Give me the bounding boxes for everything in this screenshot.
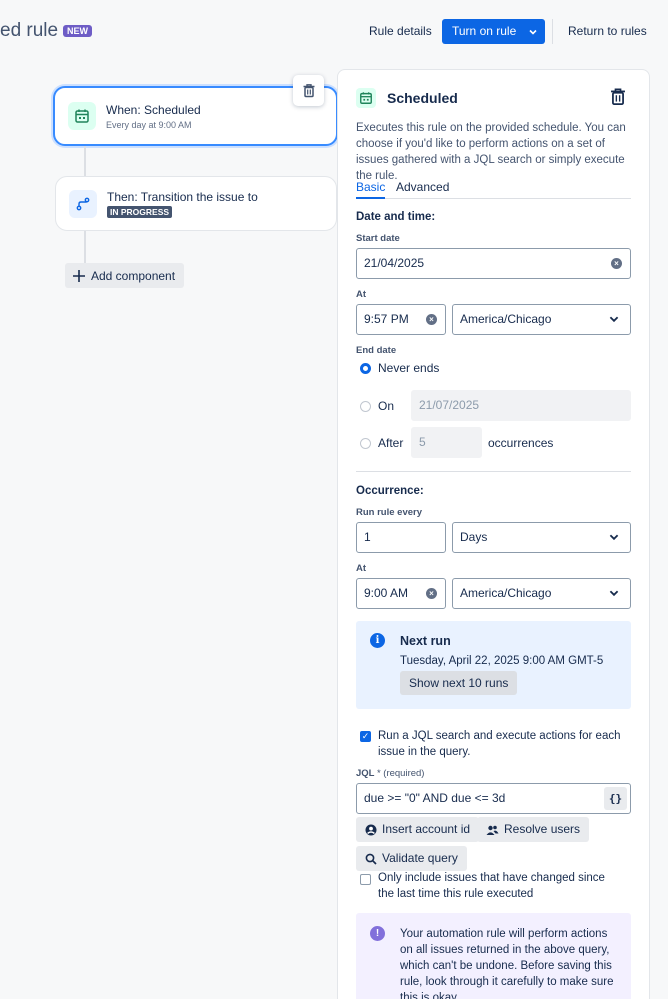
only-changed-label: Only include issues that have changed si… — [378, 872, 605, 900]
header-divider — [552, 19, 553, 44]
after-radio[interactable] — [360, 438, 371, 449]
show-next-runs-label: Show next 10 runs — [409, 675, 509, 690]
jql-label-text: JQL — [356, 768, 375, 779]
people-icon — [486, 825, 499, 835]
add-component-label: Add component — [91, 268, 176, 283]
on-radio[interactable] — [360, 401, 371, 412]
jql-input[interactable]: due >= "0" AND due <= 3d {} — [356, 783, 631, 814]
new-badge: NEW — [63, 25, 92, 37]
page-title: ed rule — [0, 20, 59, 41]
warning-box: ! Your automation rule will perform acti… — [356, 913, 631, 999]
timezone-select[interactable]: America/Chicago — [452, 304, 631, 335]
section-divider — [356, 471, 631, 472]
user-circle-icon — [365, 824, 377, 835]
warning-text: Your automation rule will perform action… — [400, 928, 614, 999]
insert-account-id-label: Insert account id — [382, 822, 471, 836]
show-next-runs-button[interactable]: Show next 10 runs — [400, 671, 518, 695]
calendar-icon — [68, 102, 96, 130]
validate-query-button[interactable]: Validate query — [356, 846, 467, 871]
jql-value: due >= "0" AND due <= 3d — [364, 791, 506, 805]
occurrence-heading: Occurrence: — [356, 485, 424, 497]
status-lozenge: IN PROGRESS — [107, 206, 173, 218]
chevron-down-icon — [609, 590, 619, 597]
timezone-value: America/Chicago — [460, 312, 552, 326]
action-title: Then: Transition the issue to — [107, 190, 258, 204]
add-component-button[interactable]: Add component — [65, 263, 185, 288]
only-changed-checkbox[interactable] — [360, 874, 371, 885]
tab-active-indicator — [356, 197, 385, 199]
run-every-value: 1 — [364, 530, 371, 544]
run-every-label: Run rule every — [356, 507, 422, 518]
occurrences-input[interactable]: 5 — [411, 427, 482, 458]
run-time-input[interactable]: 9:00 AM × — [356, 578, 446, 609]
start-time-value: 9:57 PM — [364, 312, 409, 326]
jql-required-text: * (required) — [376, 768, 425, 779]
insert-account-id-button[interactable]: Insert account id — [356, 817, 480, 842]
run-every-input[interactable]: 1 — [356, 522, 446, 553]
after-label: After — [378, 436, 404, 450]
end-date-label: End date — [356, 345, 397, 356]
start-date-input[interactable]: 21/04/2025 × — [356, 248, 631, 279]
run-time-value: 9:00 AM — [364, 586, 409, 600]
delete-component-button[interactable] — [609, 87, 627, 109]
chevron-down-icon — [609, 316, 619, 323]
trash-icon — [611, 88, 625, 105]
never-ends-radio[interactable] — [360, 363, 371, 374]
rule-details-button[interactable]: Rule details — [369, 19, 432, 44]
trigger-title: When: Scheduled — [106, 103, 201, 117]
tabs-divider — [356, 198, 631, 199]
transition-icon — [69, 190, 97, 218]
interval-unit-select[interactable]: Days — [452, 522, 631, 553]
next-run-box: i Next run Tuesday, April 22, 2025 9:00 … — [356, 621, 631, 709]
return-to-rules-button[interactable]: Return to rules — [568, 19, 647, 44]
interval-unit-value: Days — [460, 530, 488, 544]
jql-checkbox[interactable]: ✓ — [360, 731, 371, 742]
exclamation-icon: ! — [370, 926, 385, 941]
occurrences-label: occurrences — [488, 436, 554, 450]
panel-title: Scheduled — [387, 90, 458, 106]
turn-on-rule-button[interactable]: Turn on rule — [442, 19, 527, 44]
end-date-value: 21/07/2025 — [419, 398, 480, 412]
turn-on-options-button[interactable] — [520, 19, 545, 44]
validate-query-label: Validate query — [382, 851, 458, 865]
jql-checkbox-label: Run a JQL search and execute actions for… — [378, 730, 621, 758]
start-date-label: Start date — [356, 233, 400, 244]
chevron-down-icon — [609, 534, 619, 541]
search-icon — [365, 853, 377, 865]
on-label: On — [378, 399, 395, 413]
delete-trigger-button[interactable] — [293, 75, 324, 106]
run-at-label: At — [356, 563, 367, 574]
info-icon: i — [370, 633, 385, 648]
tab-basic[interactable]: Basic — [356, 180, 385, 194]
action-node[interactable]: Then: Transition the issue to IN PROGRES… — [55, 176, 337, 231]
at-label: At — [356, 289, 367, 300]
clear-icon[interactable]: × — [611, 258, 622, 269]
occurrences-value: 5 — [419, 435, 426, 449]
clear-icon[interactable]: × — [426, 314, 437, 325]
start-time-input[interactable]: 9:57 PM × — [356, 304, 446, 335]
end-date-input[interactable]: 21/07/2025 — [411, 390, 631, 421]
panel-description: Executes this rule on the provided sched… — [356, 122, 626, 182]
start-date-value: 21/04/2025 — [364, 256, 425, 270]
clear-icon[interactable]: × — [426, 588, 437, 599]
jql-label: JQL * (required) — [356, 768, 424, 779]
never-ends-label: Never ends — [378, 361, 440, 375]
config-panel: Scheduled Executes this rule on the prov… — [337, 69, 650, 999]
next-run-value: Tuesday, April 22, 2025 9:00 AM GMT-5 — [400, 655, 604, 667]
chevron-down-icon — [528, 29, 537, 35]
run-timezone-select[interactable]: America/Chicago — [452, 578, 631, 609]
resolve-users-button[interactable]: Resolve users — [477, 817, 590, 842]
connector-line — [84, 146, 86, 176]
braces-icon[interactable]: {} — [604, 787, 627, 810]
run-timezone-value: America/Chicago — [460, 586, 552, 600]
trash-icon — [303, 84, 314, 98]
plus-icon — [73, 269, 85, 282]
calendar-icon — [356, 88, 376, 108]
connector-line — [84, 231, 86, 263]
date-time-heading: Date and time: — [356, 211, 436, 223]
trigger-subtitle: Every day at 9:00 AM — [106, 120, 192, 130]
resolve-users-label: Resolve users — [504, 822, 581, 836]
next-run-title: Next run — [400, 634, 451, 648]
tab-advanced[interactable]: Advanced — [396, 180, 449, 194]
